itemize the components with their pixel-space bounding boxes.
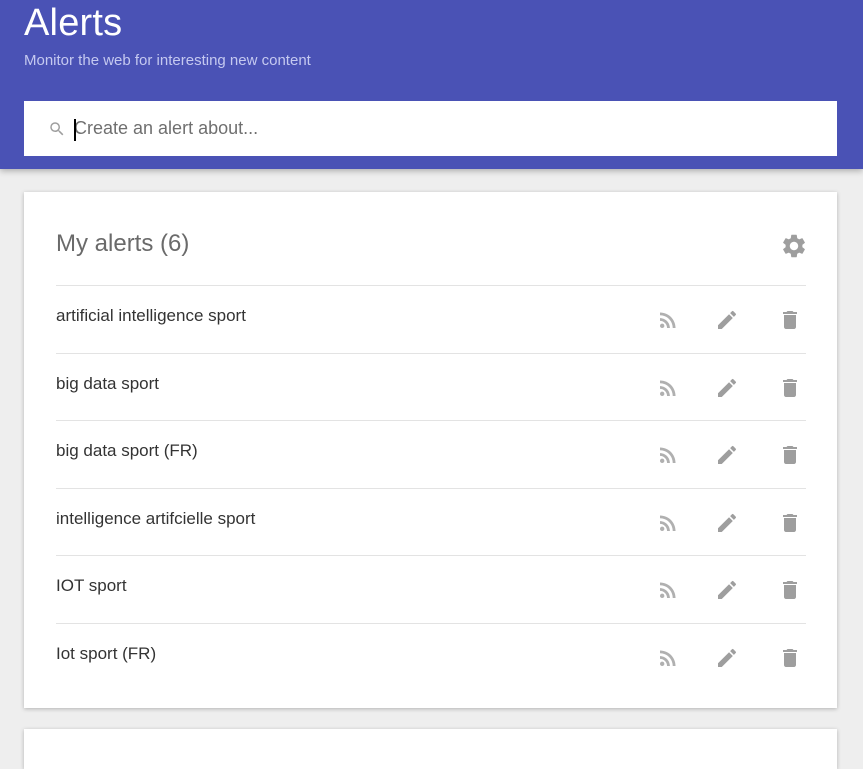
trash-icon: [778, 376, 802, 400]
alert-label: intelligence artifcielle sport: [56, 508, 256, 528]
edit-alert-button[interactable]: [715, 646, 739, 670]
edit-alert-button[interactable]: [715, 511, 739, 535]
alert-label: big data sport: [56, 373, 160, 393]
rss-icon: [656, 511, 680, 535]
delete-alert-button[interactable]: [778, 308, 802, 332]
gear-icon: [780, 232, 808, 260]
rss-feed-button[interactable]: [656, 646, 680, 670]
delete-alert-button[interactable]: [778, 578, 802, 602]
trash-icon: [778, 578, 802, 602]
delete-alert-button[interactable]: [778, 443, 802, 467]
edit-alert-button[interactable]: [715, 578, 739, 602]
alert-label: Iot sport (FR): [56, 643, 157, 663]
alert-row[interactable]: big data sport (FR): [56, 420, 806, 488]
rss-feed-button[interactable]: [656, 443, 680, 467]
pencil-icon: [715, 646, 739, 670]
alert-label: big data sport (FR): [56, 441, 198, 461]
alerts-settings-button[interactable]: [780, 232, 808, 260]
trash-icon: [778, 308, 802, 332]
trash-icon: [778, 646, 802, 670]
text-caret: [74, 119, 76, 141]
app-subtitle: Monitor the web for interesting new cont…: [24, 52, 311, 69]
pencil-icon: [715, 308, 739, 332]
pencil-icon: [715, 511, 739, 535]
pencil-icon: [715, 443, 739, 467]
search-icon: [48, 120, 66, 138]
delete-alert-button[interactable]: [778, 511, 802, 535]
alert-label: IOT sport: [56, 576, 127, 596]
my-alerts-card: My alerts (6) artificial intelligence sp…: [24, 192, 837, 708]
trash-icon: [778, 443, 802, 467]
alert-row[interactable]: IOT sport: [56, 555, 806, 623]
edit-alert-button[interactable]: [715, 376, 739, 400]
pencil-icon: [715, 376, 739, 400]
rss-feed-button[interactable]: [656, 376, 680, 400]
rss-icon: [656, 376, 680, 400]
alert-label: artificial intelligence sport: [56, 306, 246, 325]
rss-icon: [656, 443, 680, 467]
alert-row[interactable]: artificial intelligence sport: [56, 285, 806, 353]
edit-alert-button[interactable]: [715, 308, 739, 332]
my-alerts-count: (6): [160, 230, 190, 257]
rss-icon: [656, 578, 680, 602]
my-alerts-title-text: My alerts: [56, 230, 154, 257]
rss-feed-button[interactable]: [656, 511, 680, 535]
rss-feed-button[interactable]: [656, 308, 680, 332]
pencil-icon: [715, 578, 739, 602]
search-input[interactable]: [74, 101, 814, 156]
rss-feed-button[interactable]: [656, 578, 680, 602]
alert-row[interactable]: Iot sport (FR): [56, 622, 806, 691]
edit-alert-button[interactable]: [715, 443, 739, 467]
alert-row[interactable]: big data sport: [56, 352, 806, 421]
delete-alert-button[interactable]: [778, 376, 802, 400]
rss-icon: [656, 646, 680, 670]
search-box[interactable]: [24, 101, 837, 156]
alert-row[interactable]: intelligence artifcielle sport: [56, 487, 806, 556]
alert-list: artificial intelligence sport big data s…: [56, 285, 806, 691]
app-header: Alerts Monitor the web for interesting n…: [0, 0, 863, 169]
trash-icon: [778, 511, 802, 535]
next-card: [24, 729, 837, 769]
rss-icon: [656, 308, 680, 332]
my-alerts-title: My alerts (6): [56, 230, 189, 258]
delete-alert-button[interactable]: [778, 646, 802, 670]
app-title: Alerts: [24, 2, 123, 44]
